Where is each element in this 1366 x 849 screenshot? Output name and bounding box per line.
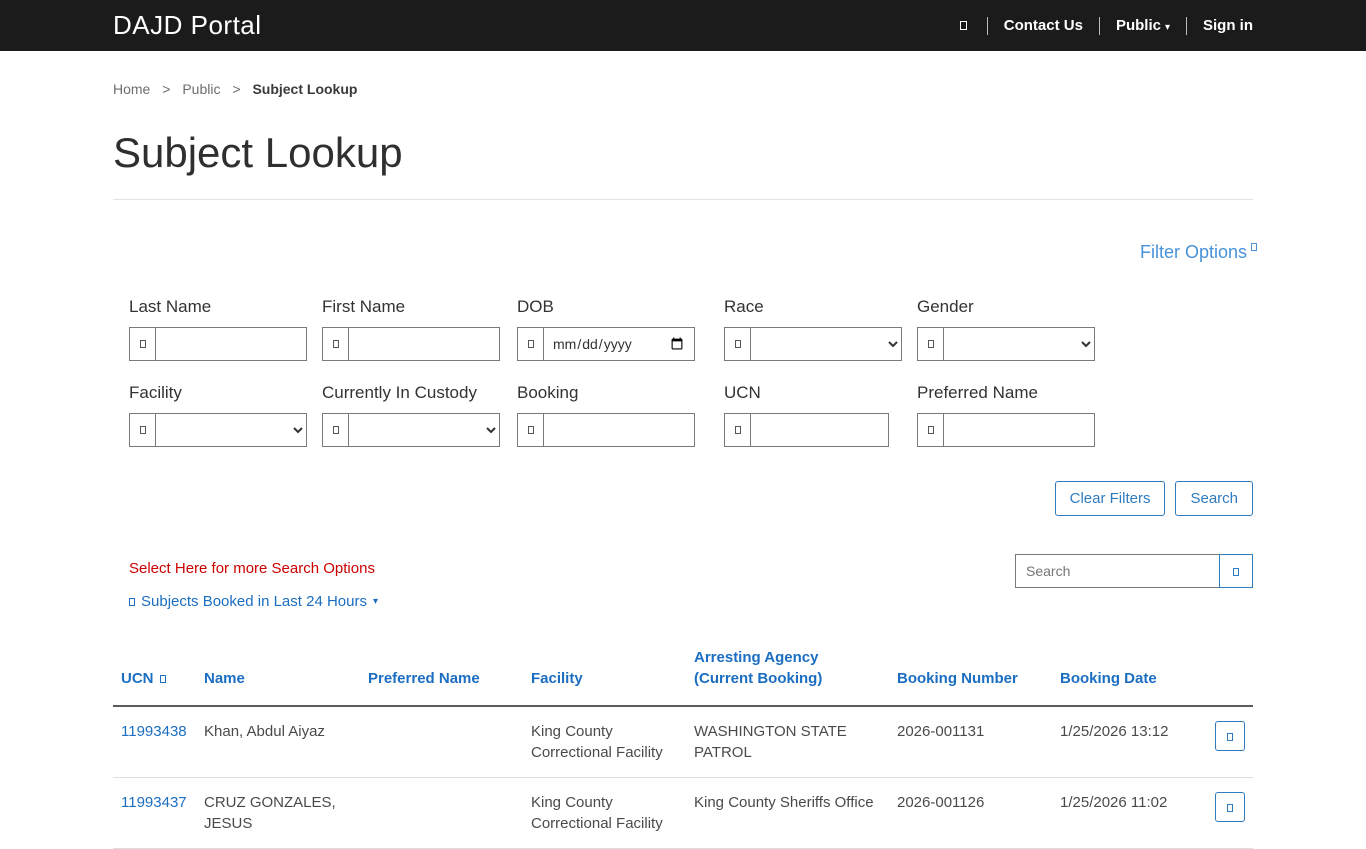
filter-options-label: Filter Options bbox=[1139, 242, 1247, 262]
nav-divider bbox=[1186, 16, 1187, 35]
booking-icon bbox=[517, 413, 543, 447]
clear-filters-button[interactable]: Clear Filters bbox=[1054, 481, 1166, 516]
name-cell: CRUZ GONZALES, JESUS bbox=[196, 777, 360, 849]
booking-date-cell: 1/25/2026 11:02 bbox=[1052, 777, 1213, 849]
ucn-label: UCN bbox=[724, 383, 761, 402]
title-divider bbox=[113, 199, 1253, 200]
page-title: Subject Lookup bbox=[113, 129, 403, 176]
top-nav: Contact Us Public ▾ Sign in bbox=[956, 16, 1253, 35]
ucn-header-label: UCN bbox=[121, 670, 154, 687]
brand-link[interactable]: DAJD Portal bbox=[113, 10, 262, 41]
column-header-facility[interactable]: Facility bbox=[523, 637, 686, 707]
gender-icon bbox=[917, 327, 943, 361]
row-details-button[interactable] bbox=[1215, 792, 1245, 822]
search-button[interactable]: Search bbox=[1175, 481, 1253, 516]
facility-label: Facility bbox=[129, 383, 182, 402]
agency-cell: King County Sheriffs Office bbox=[686, 777, 889, 849]
external-link-icon bbox=[1251, 243, 1257, 253]
table-row: 11993438 Khan, Abdul Aiyaz King County C… bbox=[113, 706, 1253, 778]
top-navbar: DAJD Portal Contact Us Public ▾ Sign in bbox=[0, 0, 1366, 51]
header-menu-icon[interactable] bbox=[956, 19, 971, 32]
table-search-button[interactable] bbox=[1219, 554, 1253, 588]
booking-input[interactable] bbox=[543, 413, 695, 447]
last-name-input[interactable] bbox=[155, 327, 307, 361]
in-custody-label: Currently In Custody bbox=[322, 383, 477, 402]
facility-cell: King County Correctional Facility bbox=[523, 777, 686, 849]
nav-sign-in[interactable]: Sign in bbox=[1203, 17, 1253, 34]
search-icon bbox=[1233, 564, 1239, 579]
column-header-name[interactable]: Name bbox=[196, 637, 360, 707]
column-header-preferred-name[interactable]: Preferred Name bbox=[360, 637, 523, 707]
name-cell: Khan, Abdul Aiyaz bbox=[196, 706, 360, 778]
column-header-ucn[interactable]: UCN bbox=[113, 637, 196, 707]
filter-options-link[interactable]: Filter Options bbox=[1139, 242, 1257, 262]
ucn-icon bbox=[724, 413, 750, 447]
last-name-label: Last Name bbox=[129, 297, 212, 316]
breadcrumb: Home > Public > Subject Lookup bbox=[113, 81, 1253, 97]
first-name-input[interactable] bbox=[348, 327, 500, 361]
gender-label: Gender bbox=[917, 297, 974, 316]
booked-last-24-link[interactable]: Subjects Booked in Last 24 Hours ▾ bbox=[129, 593, 378, 610]
table-header-row: UCN Name Preferred Name Facility Arresti… bbox=[113, 637, 1253, 707]
booking-number-cell: 2026-001131 bbox=[889, 706, 1052, 778]
first-name-icon bbox=[322, 327, 348, 361]
booked-last-24-label: Subjects Booked in Last 24 Hours bbox=[141, 593, 367, 610]
facility-cell: King County Correctional Facility bbox=[523, 706, 686, 778]
dob-icon bbox=[517, 327, 543, 361]
nav-divider bbox=[986, 16, 988, 35]
booked-24h-icon bbox=[129, 593, 135, 610]
nav-public-label: Public bbox=[1115, 17, 1161, 34]
column-header-actions bbox=[1213, 637, 1253, 707]
preferred-name-input[interactable] bbox=[943, 413, 1095, 447]
table-search-input[interactable] bbox=[1015, 554, 1220, 588]
gender-select[interactable] bbox=[943, 327, 1095, 361]
preferred-name-label: Preferred Name bbox=[917, 383, 1038, 402]
race-label: Race bbox=[724, 297, 764, 316]
last-name-icon bbox=[129, 327, 155, 361]
nav-contact-us[interactable]: Contact Us bbox=[1004, 17, 1083, 34]
chevron-down-icon: ▾ bbox=[372, 596, 378, 607]
preferred-name-cell bbox=[360, 777, 523, 849]
dob-input[interactable] bbox=[543, 327, 695, 361]
race-icon bbox=[724, 327, 750, 361]
breadcrumb-home[interactable]: Home bbox=[113, 81, 150, 97]
details-icon bbox=[1227, 729, 1233, 744]
in-custody-icon bbox=[322, 413, 348, 447]
table-search-group bbox=[1015, 554, 1253, 588]
table-row: 11993437 CRUZ GONZALES, JESUS King Count… bbox=[113, 777, 1253, 849]
row-details-button[interactable] bbox=[1215, 721, 1245, 751]
details-icon bbox=[1227, 800, 1233, 815]
facility-select[interactable] bbox=[155, 413, 307, 447]
sort-icon[interactable] bbox=[159, 670, 166, 687]
ucn-link[interactable]: 11993438 bbox=[121, 723, 187, 740]
breadcrumb-separator: > bbox=[162, 81, 171, 97]
preferred-name-cell bbox=[360, 706, 523, 778]
facility-icon bbox=[129, 413, 155, 447]
booking-label: Booking bbox=[517, 383, 579, 402]
breadcrumb-current: Subject Lookup bbox=[252, 81, 358, 97]
ucn-link[interactable]: 11993437 bbox=[121, 794, 187, 811]
column-header-booking-number[interactable]: Booking Number bbox=[889, 637, 1052, 707]
nav-public-dropdown[interactable]: Public ▾ bbox=[1116, 17, 1170, 34]
column-header-booking-date[interactable]: Booking Date bbox=[1052, 637, 1213, 707]
booking-number-cell: 2026-001126 bbox=[889, 777, 1052, 849]
breadcrumb-separator: > bbox=[232, 81, 241, 97]
ucn-input[interactable] bbox=[750, 413, 889, 447]
column-header-agency[interactable]: Arresting Agency (Current Booking) bbox=[686, 637, 889, 707]
filter-form: Last Name First Name DOB mm/dd/yyyy Race… bbox=[113, 297, 1253, 516]
results-table: UCN Name Preferred Name Facility Arresti… bbox=[113, 637, 1253, 849]
dob-label: DOB bbox=[517, 297, 554, 316]
first-name-label: First Name bbox=[322, 297, 406, 316]
chevron-down-icon: ▾ bbox=[1164, 22, 1170, 33]
breadcrumb-public[interactable]: Public bbox=[182, 81, 220, 97]
preferred-name-icon bbox=[917, 413, 943, 447]
more-search-options-link[interactable]: Select Here for more Search Options bbox=[129, 560, 378, 577]
agency-cell: WASHINGTON STATE PATROL bbox=[686, 706, 889, 778]
race-select[interactable] bbox=[750, 327, 902, 361]
booking-date-cell: 1/25/2026 13:12 bbox=[1052, 706, 1213, 778]
nav-divider bbox=[1098, 16, 1100, 35]
in-custody-select[interactable] bbox=[348, 413, 500, 447]
